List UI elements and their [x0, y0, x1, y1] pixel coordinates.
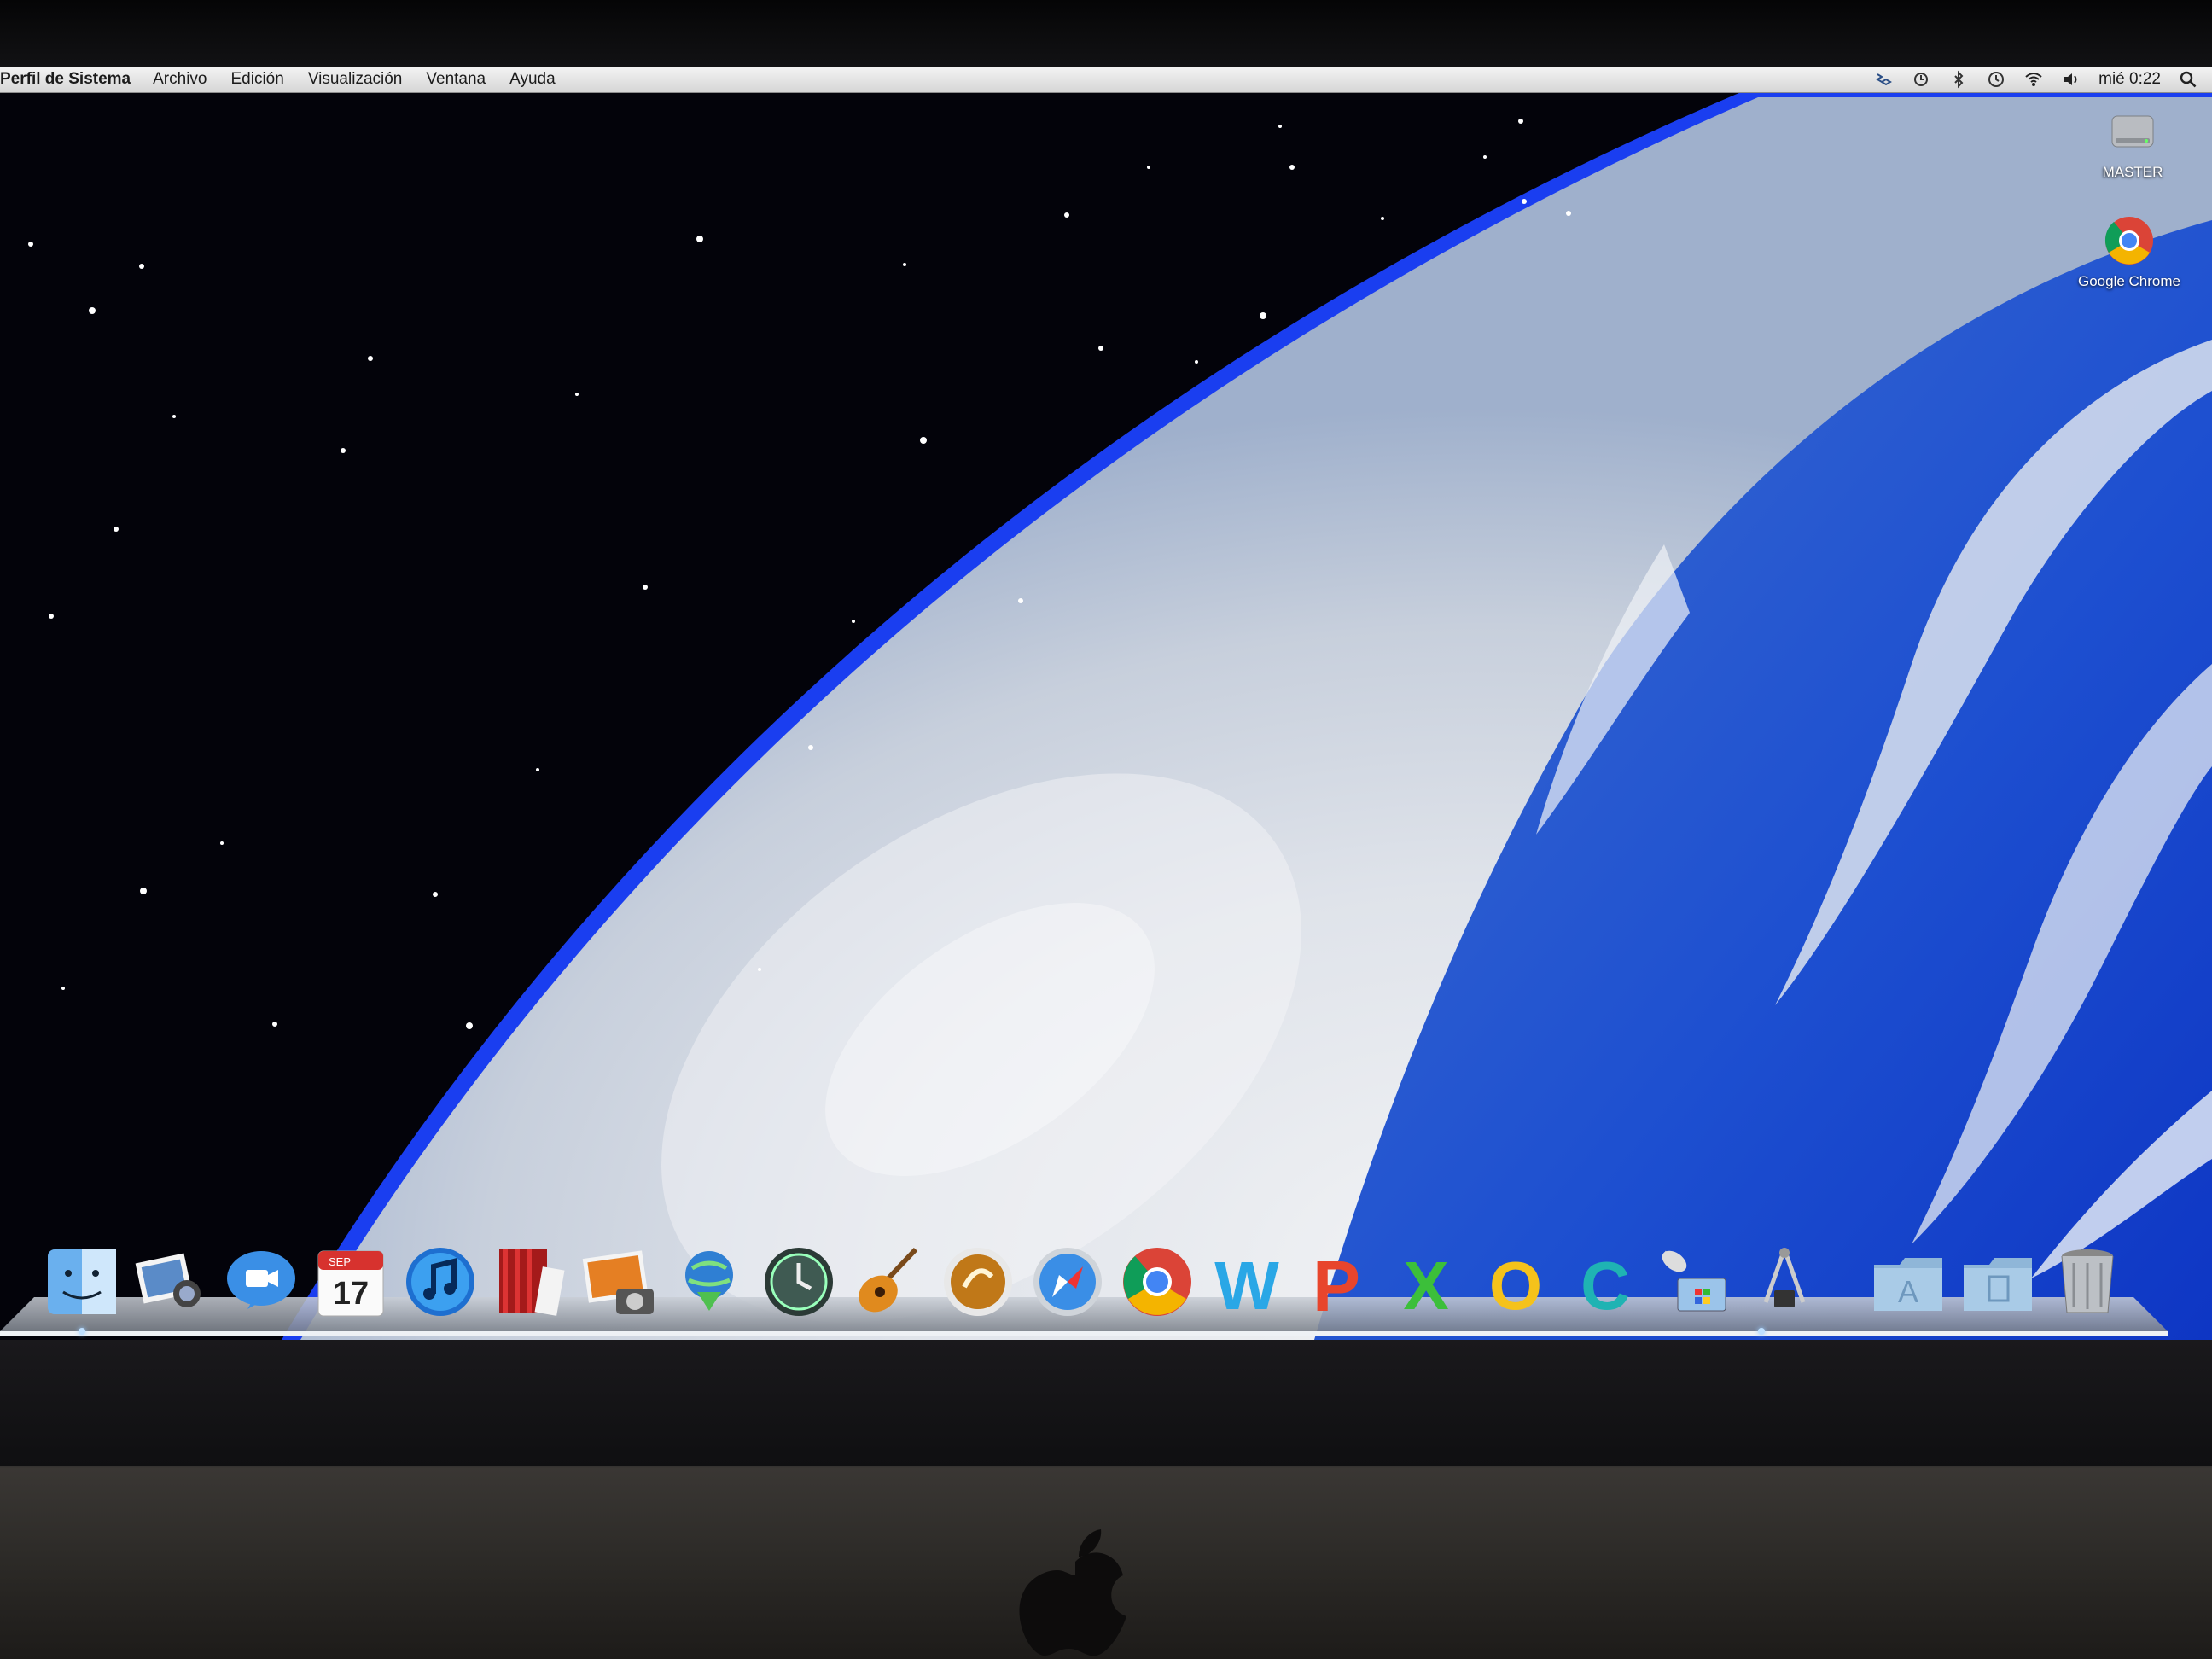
outlook-icon: O: [1488, 1248, 1541, 1321]
desktop-icon-label: Google Chrome: [2077, 273, 2180, 289]
menu-edicion[interactable]: Edición: [230, 70, 283, 89]
excel-icon: X: [1403, 1248, 1448, 1321]
dock-documents-folder[interactable]: [1957, 1236, 2038, 1321]
dropbox-icon[interactable]: [1873, 69, 1894, 90]
applications-folder-icon: A: [1873, 1258, 1942, 1311]
dock-finder[interactable]: [41, 1236, 122, 1321]
status-menus: mié 0:22: [1873, 67, 2198, 92]
chin-glass: [0, 1340, 2212, 1466]
calendar-day: 17: [332, 1276, 368, 1312]
dock-applications-folder[interactable]: A: [1867, 1236, 1948, 1321]
remote-desktop-icon: [1662, 1250, 1726, 1312]
dock-facetime[interactable]: [220, 1236, 301, 1321]
desktop-icon-master[interactable]: MASTER: [2069, 104, 2197, 181]
menu-ventana[interactable]: Ventana: [426, 70, 486, 89]
svg-text:A: A: [1897, 1274, 1918, 1309]
dock-chrome[interactable]: [1116, 1236, 1197, 1321]
dock-remote-desktop[interactable]: [1654, 1236, 1735, 1321]
time-machine-icon[interactable]: [1986, 69, 2006, 90]
download-globe-icon: [684, 1251, 733, 1311]
menubar-clock[interactable]: mié 0:22: [2098, 70, 2161, 89]
iphoto-preview-icon: [135, 1253, 201, 1307]
photo-booth-icon: [498, 1249, 564, 1316]
dock-itunes[interactable]: [399, 1236, 480, 1321]
wifi-icon[interactable]: [2023, 69, 2044, 90]
dock-outlook[interactable]: O: [1475, 1236, 1556, 1321]
documents-folder-icon: [1963, 1258, 2032, 1311]
svg-text:W: W: [1214, 1248, 1279, 1321]
svg-text:P: P: [1312, 1246, 1359, 1321]
dock-safari[interactable]: [1027, 1236, 1108, 1321]
dock-word[interactable]: W: [1206, 1236, 1287, 1321]
finder-icon: [47, 1249, 116, 1314]
dock-communicator[interactable]: C: [1564, 1236, 1645, 1321]
facetime-icon: [226, 1251, 295, 1309]
system-profiler-icon: [1763, 1248, 1805, 1307]
menu-bar: Perfil de Sistema Archivo Edición Visual…: [0, 67, 2212, 93]
itunes-icon: [405, 1248, 474, 1316]
dock-system-profiler[interactable]: [1743, 1236, 1825, 1321]
dock-photo-booth[interactable]: [489, 1236, 570, 1321]
hard-drive-icon: [2105, 104, 2160, 159]
desktop-icon-label: MASTER: [2102, 164, 2163, 180]
trash-icon: [2061, 1249, 2113, 1313]
word-icon: W: [1214, 1248, 1279, 1321]
communicator-icon: C: [1580, 1248, 1630, 1321]
calendar-month: SEP: [329, 1255, 351, 1268]
apple-logo-icon: [1019, 1529, 1126, 1656]
svg-text:O: O: [1488, 1248, 1541, 1321]
chrome-icon: [2102, 213, 2157, 268]
svg-text:C: C: [1580, 1248, 1630, 1321]
running-indicator: [79, 1328, 85, 1335]
menu-ayuda[interactable]: Ayuda: [509, 70, 556, 89]
safari-icon: [1033, 1248, 1102, 1316]
iphoto-icon: [582, 1250, 654, 1314]
svg-text:X: X: [1403, 1248, 1448, 1321]
spotlight-icon[interactable]: [2178, 69, 2198, 90]
menu-app-name[interactable]: Perfil de Sistema: [0, 70, 131, 89]
monitor-top-bezel: [0, 0, 2212, 67]
bluetooth-icon[interactable]: [1948, 69, 1969, 90]
dock-download-globe[interactable]: [668, 1236, 749, 1321]
menu-visualizacion[interactable]: Visualización: [308, 70, 403, 89]
dock-trash[interactable]: [2046, 1236, 2128, 1321]
wine-bottler-icon: [943, 1248, 1012, 1316]
dock-time-machine[interactable]: [758, 1236, 839, 1321]
menu-archivo[interactable]: Archivo: [153, 70, 207, 89]
time-machine-icon: [764, 1248, 833, 1316]
dock-powerpoint[interactable]: P: [1295, 1236, 1377, 1321]
volume-icon[interactable]: [2061, 69, 2081, 90]
garageband-icon: [858, 1247, 917, 1313]
starfield: [28, 119, 1571, 1029]
sync-icon[interactable]: [1911, 69, 1931, 90]
powerpoint-icon: P: [1312, 1246, 1359, 1321]
desktop-icon-google-chrome[interactable]: Google Chrome: [2065, 213, 2193, 290]
dock-wine-bottler[interactable]: [937, 1236, 1018, 1321]
dock-excel[interactable]: X: [1385, 1236, 1466, 1321]
dock-ical[interactable]: SEP 17: [310, 1236, 391, 1321]
running-indicator: [1758, 1328, 1765, 1335]
dock: SEP 17 W P X O C A: [41, 1227, 2128, 1321]
desktop-screen: Perfil de Sistema Archivo Edición Visual…: [0, 67, 2212, 1340]
dock-iphoto-preview[interactable]: [131, 1236, 212, 1321]
dock-garageband[interactable]: [847, 1236, 928, 1321]
chrome-icon: [1122, 1248, 1191, 1316]
dock-iphoto[interactable]: [579, 1236, 660, 1321]
